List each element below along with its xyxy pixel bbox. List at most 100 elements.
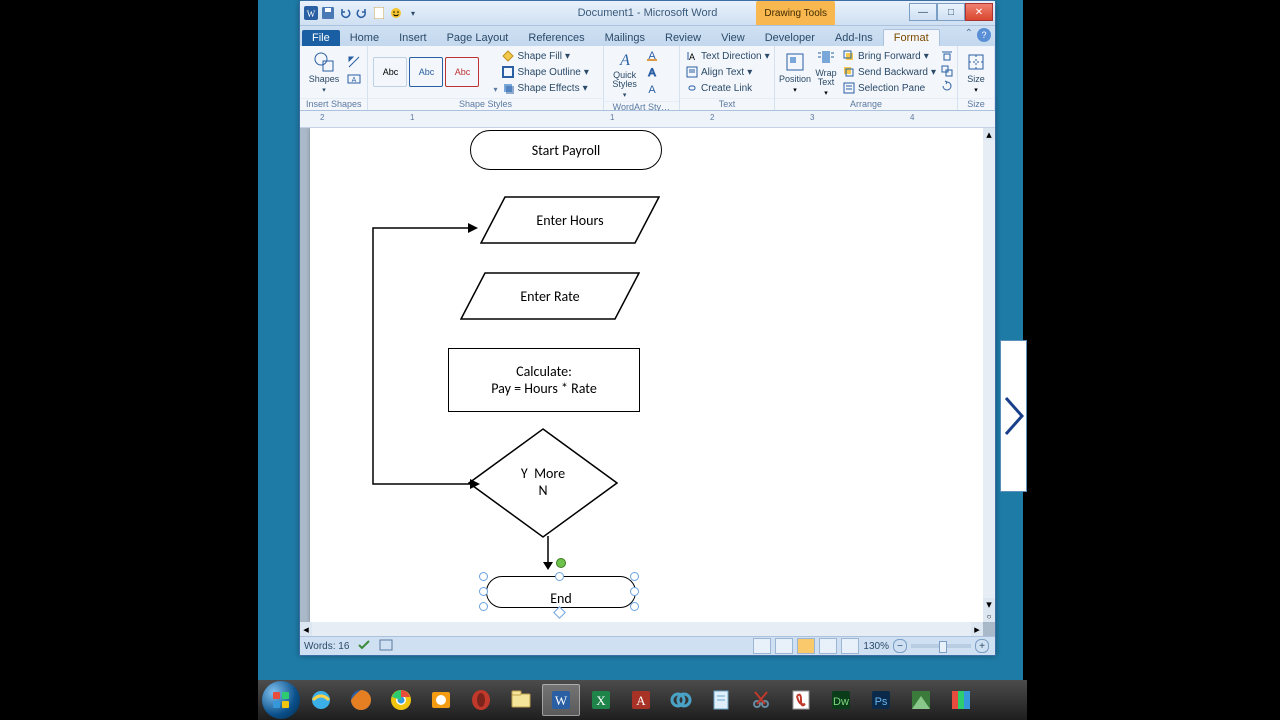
flowchart-arrow-down[interactable]: [538, 536, 558, 572]
tab-home[interactable]: Home: [340, 30, 389, 46]
zoom-slider[interactable]: [911, 644, 971, 648]
tab-addins[interactable]: Add-Ins: [825, 30, 883, 46]
app-icon-1[interactable]: [662, 684, 700, 716]
firefox-icon[interactable]: [342, 684, 380, 716]
drawing-tools-tab-header: Drawing Tools: [756, 1, 835, 25]
quick-styles-button[interactable]: A Quick Styles ▾: [608, 50, 642, 98]
new-doc-icon[interactable]: [372, 6, 386, 20]
flowchart-input-hours[interactable]: Enter Hours: [480, 196, 660, 244]
start-orb[interactable]: [262, 681, 300, 719]
photoshop-icon[interactable]: Ps: [862, 684, 900, 716]
zoom-level[interactable]: 130%: [863, 641, 889, 652]
tab-references[interactable]: References: [518, 30, 594, 46]
flowchart-start[interactable]: Start Payroll: [470, 130, 662, 170]
text-box-icon[interactable]: A: [347, 72, 361, 89]
align-text-button[interactable]: Align Text ▾: [684, 64, 772, 80]
zoom-in-button[interactable]: +: [975, 639, 989, 653]
horizontal-ruler[interactable]: 2 1 1 2 3 4: [300, 111, 995, 128]
app-icon-2[interactable]: [902, 684, 940, 716]
snip-icon[interactable]: [742, 684, 780, 716]
tab-file[interactable]: File: [302, 30, 340, 46]
maximize-button[interactable]: □: [937, 3, 965, 21]
explorer-icon[interactable]: [502, 684, 540, 716]
word-icon[interactable]: W: [542, 684, 580, 716]
bring-forward-button[interactable]: Bring Forward ▾: [841, 48, 938, 64]
emoji-icon[interactable]: [389, 6, 403, 20]
word-count[interactable]: Words: 16: [304, 641, 349, 652]
shape-fill-button[interactable]: Shape Fill ▾: [500, 48, 590, 64]
save-icon[interactable]: [321, 6, 335, 20]
group-size: Size: [958, 98, 994, 110]
view-draft[interactable]: [841, 638, 859, 654]
title-bar[interactable]: W ▾ Document1 - Microsoft Word Drawing T…: [300, 1, 995, 26]
shape-effects-button[interactable]: Shape Effects ▾: [500, 80, 590, 96]
tab-developer[interactable]: Developer: [755, 30, 825, 46]
text-direction-button[interactable]: AText Direction ▾: [684, 48, 772, 64]
document-page[interactable]: Start Payroll Enter Hours Enter Rate Cal…: [310, 128, 983, 622]
shape-style-3[interactable]: Abc: [445, 57, 479, 87]
chrome-icon[interactable]: [382, 684, 420, 716]
scroll-right-icon[interactable]: ▸: [971, 622, 983, 636]
zoom-out-button[interactable]: −: [893, 639, 907, 653]
scroll-up-icon[interactable]: ▴: [983, 128, 995, 140]
text-effects-icon[interactable]: A: [645, 82, 659, 99]
scroll-left-icon[interactable]: ◂: [300, 622, 312, 636]
text-fill-icon[interactable]: A: [645, 48, 659, 65]
access-icon[interactable]: A: [622, 684, 660, 716]
minimize-ribbon-icon[interactable]: ⌃: [965, 28, 973, 42]
text-outline-icon[interactable]: A: [645, 65, 659, 82]
flowchart-input-rate[interactable]: Enter Rate: [460, 272, 640, 320]
view-web-layout[interactable]: [797, 638, 815, 654]
group-icon[interactable]: [941, 65, 953, 80]
scroll-down-icon[interactable]: ▾: [983, 598, 995, 610]
rotate-icon[interactable]: [941, 80, 953, 95]
position-button[interactable]: Position▾: [779, 48, 811, 96]
acrobat-icon[interactable]: [782, 684, 820, 716]
flowchart-decision-more[interactable]: Y More N: [468, 428, 618, 538]
flowchart-arrow-loop[interactable]: [365, 220, 480, 492]
send-backward-button[interactable]: Send Backward ▾: [841, 64, 938, 80]
shape-style-1[interactable]: Abc: [373, 57, 407, 87]
horizontal-scrollbar[interactable]: ◂ ▸: [300, 622, 983, 636]
create-link-button[interactable]: Create Link: [684, 80, 772, 96]
help-icon[interactable]: ?: [977, 28, 991, 42]
align-icon[interactable]: [941, 50, 953, 65]
edit-shape-icon[interactable]: [347, 55, 361, 72]
tab-view[interactable]: View: [711, 30, 755, 46]
dreamweaver-icon[interactable]: Dw: [822, 684, 860, 716]
tab-mailings[interactable]: Mailings: [595, 30, 655, 46]
tab-format[interactable]: Format: [883, 29, 940, 46]
app-icon-3[interactable]: [942, 684, 980, 716]
opera-icon[interactable]: [462, 684, 500, 716]
proofing-icon[interactable]: [357, 639, 371, 654]
shape-outline-button[interactable]: Shape Outline ▾: [500, 64, 590, 80]
redo-icon[interactable]: [355, 6, 369, 20]
wrap-text-button[interactable]: Wrap Text▾: [814, 48, 838, 96]
browse-object-icon[interactable]: ○: [983, 610, 995, 622]
selection-pane-button[interactable]: Selection Pane: [841, 80, 938, 96]
macro-icon[interactable]: [379, 639, 393, 654]
taskbar[interactable]: W X A Dw Ps: [258, 680, 1027, 720]
shape-styles-more-icon[interactable]: ▾: [493, 85, 497, 94]
svg-text:A: A: [636, 693, 646, 708]
shapes-button[interactable]: Shapes ▾: [304, 48, 344, 96]
ie-icon[interactable]: [302, 684, 340, 716]
undo-icon[interactable]: [338, 6, 352, 20]
shape-style-2[interactable]: Abc: [409, 57, 443, 87]
minimize-button[interactable]: —: [909, 3, 937, 21]
view-outline[interactable]: [819, 638, 837, 654]
qat-dropdown-icon[interactable]: ▾: [406, 6, 420, 20]
tab-insert[interactable]: Insert: [389, 30, 437, 46]
tab-page-layout[interactable]: Page Layout: [437, 30, 519, 46]
size-button[interactable]: Size▾: [962, 48, 990, 96]
excel-icon[interactable]: X: [582, 684, 620, 716]
view-print-layout[interactable]: [753, 638, 771, 654]
view-full-screen[interactable]: [775, 638, 793, 654]
flowchart-end[interactable]: End: [486, 576, 636, 608]
svg-text:A: A: [648, 67, 656, 79]
close-button[interactable]: ✕: [965, 3, 993, 21]
tab-review[interactable]: Review: [655, 30, 711, 46]
vertical-scrollbar[interactable]: ▴ ▾ ○: [983, 128, 995, 622]
notepad-icon[interactable]: [702, 684, 740, 716]
outlook-icon[interactable]: [422, 684, 460, 716]
